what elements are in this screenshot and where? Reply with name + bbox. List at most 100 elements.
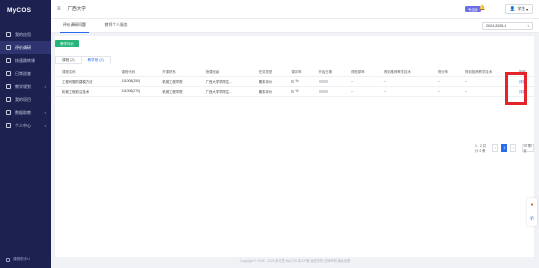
column-header[interactable]: 任务类型 <box>251 68 285 77</box>
main-content: 教学评价 课程 (2) 教学班 (2) 课程名称 课程代码 开课院系 授课班级 … <box>55 36 535 257</box>
sidebar-item-evaluation[interactable]: 评价调研 <box>0 41 51 54</box>
pagination-summary: 1 - 2 共计 2 条 <box>475 144 487 153</box>
top-header: ≡ 广西大学 专业版 🔔 👤 学生 ▾ <box>51 0 539 19</box>
bell-icon[interactable]: 🔔 <box>479 5 485 11</box>
teaching-evaluation-button[interactable]: 教学评价 <box>55 40 79 47</box>
column-header[interactable]: 课程代码 <box>114 68 156 77</box>
tab-teacher-service[interactable]: 教师个人服务 <box>102 19 131 33</box>
cell-course-code: 111008(270) <box>114 86 156 97</box>
rate-value: % <box>295 79 299 83</box>
tab-course[interactable]: 课程 (2) <box>55 56 81 64</box>
page-size-select[interactable]: 10 条/页 <box>522 144 535 153</box>
tab-teaching-class[interactable]: 教学班 (2) <box>80 56 111 64</box>
data-icon <box>6 110 11 115</box>
sidebar-item-label: 教学规划 <box>15 83 31 89</box>
column-header[interactable]: 课程名称 <box>55 68 115 77</box>
tab-evaluation-issues[interactable]: 评价调研问题 <box>60 19 89 33</box>
sidebar-item-label: 日常巡查 <box>15 70 31 76</box>
chevron-down-icon: ▾ <box>525 7 528 12</box>
evaluate-icon <box>6 45 11 50</box>
cell-start-date <box>311 86 345 97</box>
avatar-icon: 👤 <box>509 6 516 11</box>
sidebar: MyCOS 我的应用 评价调研 快速跳转课 日常巡查 教学规划 ▾ 我的项目 数据… <box>0 0 51 268</box>
table-row: 机械工程前沿技术 111008(270) 机械工程学院 广西大学学院生... 期… <box>55 86 534 97</box>
sidebar-item-data[interactable]: 数据助教 ▾ <box>0 106 51 119</box>
cell-value: -- <box>457 86 513 97</box>
chat-icon[interactable]: ● <box>530 202 533 208</box>
sidebar-item-label: 数据助教 <box>15 109 31 115</box>
phone-icon[interactable]: ✆ <box>530 216 534 222</box>
cell-value: -- <box>430 76 458 87</box>
cell-rate: % <box>284 76 312 87</box>
column-header[interactable]: 得分率 <box>430 68 458 77</box>
cell-course-code: 111008(250) <box>114 76 156 87</box>
plan-icon <box>6 84 11 89</box>
cell-rate: % <box>284 86 312 97</box>
sidebar-footer-assistant[interactable]: 课程助手U <box>0 257 51 262</box>
column-header[interactable]: 得到推荐教学技术 <box>457 68 513 77</box>
cell-value: -- <box>430 86 458 97</box>
sidebar-item-my-apps[interactable]: 我的应用 <box>0 28 51 41</box>
course-table: 课程名称 课程代码 开课院系 授课班级 任务类型 课评率 开始日期 得账原率 得… <box>55 68 534 97</box>
sidebar-item-label: 个人中心 <box>15 122 31 128</box>
column-header[interactable]: 课评率 <box>284 68 312 77</box>
column-header[interactable]: 开始日期 <box>311 68 345 77</box>
prev-page-button[interactable]: ‹ <box>492 144 499 152</box>
page-number-button[interactable]: 1 <box>501 144 508 152</box>
cell-value: -- <box>457 76 513 87</box>
user-name: 学生 <box>517 6 526 11</box>
cell-course-name: 工程问题的建模方法 <box>55 76 115 87</box>
cell-value: -- <box>376 86 431 97</box>
chevron-down-icon: ▾ <box>44 84 46 89</box>
column-header[interactable]: 开课院系 <box>155 68 199 77</box>
rate-value: % <box>295 89 299 93</box>
sidebar-menu: 我的应用 评价调研 快速跳转课 日常巡查 教学规划 ▾ 我的项目 数据助教 ▾ 个人… <box>0 28 51 132</box>
cell-type: 期末评价 <box>251 86 285 97</box>
cell-dept: 机械工程学院 <box>155 76 199 87</box>
page-tab-bar: 评价调研问题 教师个人服务 2024-2025-1 ▾ <box>51 19 539 33</box>
sidebar-item-label: 我的项目 <box>15 96 31 102</box>
user-icon <box>6 123 11 128</box>
sidebar-footer-label: 课程助手U <box>13 257 30 261</box>
chevron-down-icon: ▾ <box>44 110 46 115</box>
sidebar-item-label: 快速跳转课 <box>15 57 35 63</box>
table-row: 工程问题的建模方法 111008(250) 机械工程学院 广西大学学院生... … <box>55 76 534 87</box>
column-header[interactable]: 得到推荐教学技术 <box>376 68 431 77</box>
sidebar-item-label: 评价调研 <box>15 44 31 50</box>
term-value: 2024-2025-1 <box>486 24 507 28</box>
redacted-value <box>318 89 328 93</box>
rate-indicator <box>291 89 295 93</box>
highlight-annotation <box>505 72 527 105</box>
sub-tabs: 课程 (2) 教学班 (2) <box>55 56 111 64</box>
redacted-value <box>318 79 328 83</box>
table-header-row: 课程名称 课程代码 开课院系 授课班级 任务类型 课评率 开始日期 得账原率 得… <box>55 68 534 77</box>
app-logo[interactable]: MyCOS <box>0 0 51 20</box>
project-icon <box>6 97 11 102</box>
chevron-down-icon: ▾ <box>527 24 529 28</box>
pagination: 1 - 2 共计 2 条 ‹ 1 › 10 条/页 <box>475 144 535 153</box>
cell-value: -- <box>376 76 431 87</box>
sidebar-item-inspection[interactable]: 日常巡查 <box>0 67 51 80</box>
cell-course-name: 机械工程前沿技术 <box>55 86 115 97</box>
calendar-icon <box>6 71 11 76</box>
column-header[interactable]: 授课班级 <box>198 68 252 77</box>
sidebar-item-quick-jump[interactable]: 快速跳转课 <box>0 54 51 67</box>
cell-start-date <box>311 76 345 87</box>
sidebar-item-personal[interactable]: 个人中心 ▾ <box>0 119 51 132</box>
chevron-down-icon: ▾ <box>44 123 46 128</box>
cell-value: -- <box>344 86 377 97</box>
column-header[interactable]: 得账原率 <box>344 68 377 77</box>
assistant-icon <box>6 257 10 262</box>
next-page-button[interactable]: › <box>510 144 517 152</box>
cell-type: 期末评价 <box>251 76 285 87</box>
bookmark-icon <box>6 58 11 63</box>
page-footer: Copyright © 2006 - 2023 麦可思 MyCOS 粤ICP备 … <box>239 259 351 263</box>
user-menu[interactable]: 👤 学生 ▾ <box>504 4 533 14</box>
school-name: 广西大学 <box>67 6 86 11</box>
floating-contact-panel: ● ✆ <box>527 198 537 226</box>
sidebar-item-teaching-plan[interactable]: 教学规划 ▾ <box>0 80 51 93</box>
term-select[interactable]: 2024-2025-1 ▾ <box>482 22 533 30</box>
sidebar-item-projects[interactable]: 我的项目 <box>0 93 51 106</box>
menu-toggle-icon[interactable]: ≡ <box>57 6 61 12</box>
cell-class: 广西大学学院生... <box>198 86 252 97</box>
